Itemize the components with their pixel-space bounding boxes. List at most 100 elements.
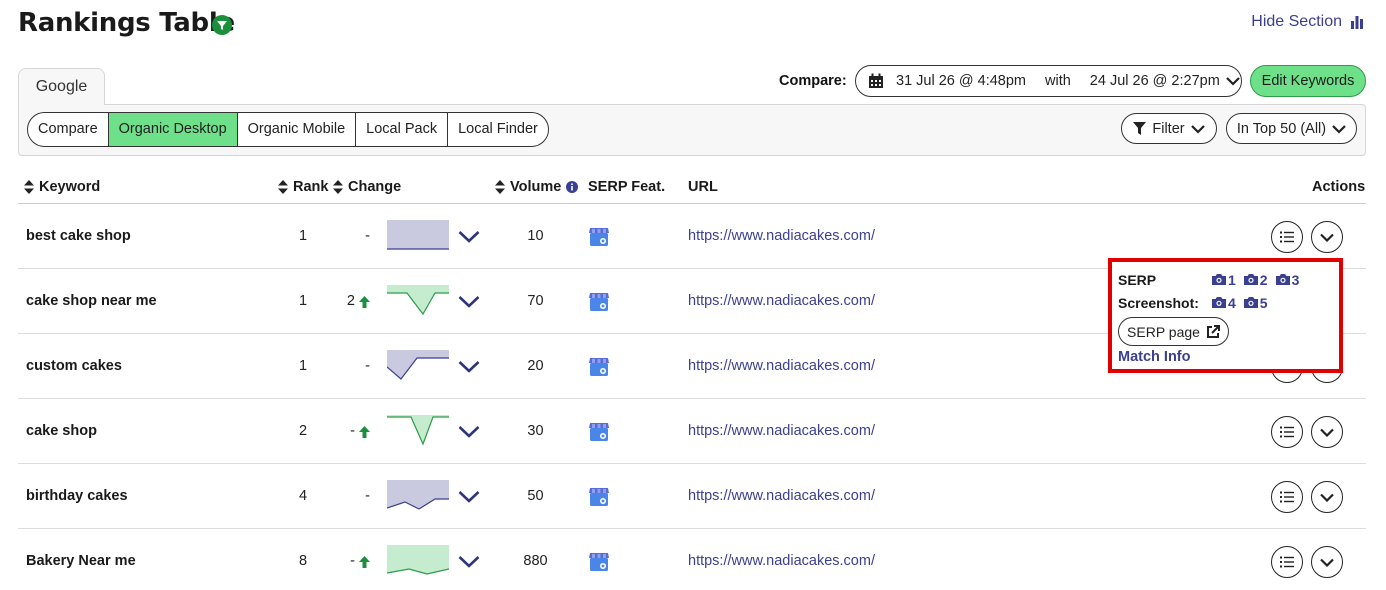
chevron-down-icon (1190, 124, 1205, 134)
compare-label: Compare: (779, 73, 847, 89)
keyword-cell: cake shop near me (26, 293, 157, 309)
change-cell: - (338, 399, 370, 464)
mode-local-finder[interactable]: Local Finder (448, 113, 548, 146)
header-keyword[interactable]: Keyword (24, 179, 100, 195)
screenshot-link-3[interactable]: 3 (1275, 272, 1299, 288)
mode-organic-mobile[interactable]: Organic Mobile (238, 113, 357, 146)
keyword-cell: cake shop (26, 423, 97, 439)
rank-cell: 1 (298, 358, 308, 374)
screenshot-link-5[interactable]: 5 (1243, 294, 1268, 311)
header-volume[interactable]: Volume (495, 179, 579, 195)
row-expand-button[interactable] (1311, 546, 1343, 578)
url-link[interactable]: https://www.nadiacakes.com/ (688, 529, 875, 590)
mode-compare[interactable]: Compare (28, 113, 109, 146)
compare-date-picker[interactable]: 31 Jul 26 @ 4:48pm with 24 Jul 26 @ 2:27… (855, 65, 1242, 97)
serp-label: SERP (1118, 271, 1157, 288)
screenshot-link-label: 5 (1259, 294, 1268, 311)
rank-cell: 8 (298, 553, 308, 569)
change-cell: 2 (338, 269, 370, 334)
header-url: URL (688, 179, 718, 195)
table-row: birthday cakes 4 - 50 https://www.nadiac… (18, 464, 1366, 529)
mode-local-pack[interactable]: Local Pack (356, 113, 449, 146)
screenshot-link-label: 2 (1259, 271, 1268, 288)
table-row: Bakery Near me 8 - 880 https://www.nadia… (18, 529, 1366, 590)
chevron-down-icon (1320, 558, 1334, 567)
info-icon[interactable] (566, 181, 579, 193)
sort-icon (495, 180, 505, 194)
chevron-down-icon[interactable] (458, 490, 480, 503)
screenshot-link-4[interactable]: 4 (1212, 295, 1236, 311)
keyword-cell: Bakery Near me (26, 553, 136, 569)
change-value: - (365, 358, 370, 374)
volume-cell: 30 (527, 423, 544, 439)
chevron-down-icon[interactable] (458, 425, 480, 438)
chevron-down-icon[interactable] (458, 230, 480, 243)
edit-keywords-button[interactable]: Edit Keywords (1250, 65, 1366, 97)
url-link[interactable]: https://www.nadiacakes.com/ (688, 399, 875, 464)
screenshot-link-2[interactable]: 2 (1243, 271, 1268, 288)
chevron-down-icon (1320, 233, 1334, 242)
list-icon (1280, 426, 1294, 438)
url-link[interactable]: https://www.nadiacakes.com/ (688, 204, 875, 269)
screenshot-label: Screenshot: (1118, 294, 1199, 311)
top-range-dropdown[interactable]: In Top 50 (All) (1226, 113, 1357, 144)
match-info-link[interactable]: Match Info (1118, 349, 1339, 365)
row-details-button[interactable] (1271, 546, 1303, 578)
list-icon (1280, 556, 1294, 568)
change-cell: - (338, 204, 370, 269)
compare-date-from: 31 Jul 26 @ 4:48pm (896, 73, 1026, 89)
rank-trend-sparkline (387, 350, 449, 380)
filter-active-icon[interactable] (212, 15, 232, 35)
local-pack-feature-icon (589, 423, 609, 441)
volume-cell: 70 (527, 293, 544, 309)
table-row: cake shop 2 - 30 https://www.nadiacakes.… (18, 399, 1366, 464)
page-title: Rankings Table (18, 8, 235, 38)
volume-cell: 20 (527, 358, 544, 374)
chevron-down-icon[interactable] (458, 295, 480, 308)
change-cell: - (338, 334, 370, 399)
top-range-label: In Top 50 (All) (1236, 120, 1327, 137)
serp-popup: SERP 1 2 3 Screenshot: 4 5 SERP page Mat… (1108, 258, 1343, 373)
local-pack-feature-icon (589, 553, 609, 571)
tab-google[interactable]: Google (18, 68, 105, 105)
local-pack-feature-icon (589, 293, 609, 311)
bar-chart-icon (1351, 16, 1363, 29)
change-value: - (365, 488, 370, 504)
filter-dropdown[interactable]: Filter (1121, 113, 1217, 144)
serp-page-button[interactable]: SERP page (1118, 317, 1229, 346)
row-expand-button[interactable] (1311, 221, 1343, 253)
header-actions: Actions (1312, 179, 1366, 195)
keyword-cell: custom cakes (26, 358, 122, 374)
volume-cell: 10 (527, 228, 544, 244)
header-volume-label: Volume (510, 179, 562, 195)
url-link[interactable]: https://www.nadiacakes.com/ (688, 464, 875, 529)
camera-icon (1243, 274, 1258, 285)
camera-icon (1275, 274, 1290, 285)
chevron-down-icon (1226, 77, 1240, 86)
header-rank[interactable]: Rank (278, 179, 328, 195)
filter-label: Filter (1152, 120, 1185, 137)
rank-cell: 1 (298, 228, 308, 244)
chevron-down-icon[interactable] (458, 360, 480, 373)
hide-section-link[interactable]: Hide Section (1251, 13, 1364, 31)
url-link[interactable]: https://www.nadiacakes.com/ (688, 269, 875, 334)
rank-trend-sparkline (387, 415, 449, 446)
change-value: - (365, 228, 370, 244)
row-details-button[interactable] (1271, 481, 1303, 513)
mode-organic-desktop[interactable]: Organic Desktop (108, 113, 238, 146)
row-details-button[interactable] (1271, 221, 1303, 253)
chevron-down-icon (1320, 428, 1334, 437)
mode-segmented-control: Compare Organic Desktop Organic Mobile L… (27, 112, 549, 147)
chevron-down-icon[interactable] (458, 555, 480, 568)
row-expand-button[interactable] (1311, 416, 1343, 448)
row-details-button[interactable] (1271, 416, 1303, 448)
chevron-down-icon (1320, 493, 1334, 502)
screenshot-link-1[interactable]: 1 (1212, 272, 1236, 288)
url-link[interactable]: https://www.nadiacakes.com/ (688, 334, 875, 399)
keyword-cell: birthday cakes (26, 488, 128, 504)
camera-icon (1212, 274, 1226, 285)
camera-icon (1243, 297, 1258, 308)
camera-icon (1212, 297, 1226, 308)
header-change[interactable]: Change (333, 179, 401, 195)
row-expand-button[interactable] (1311, 481, 1343, 513)
